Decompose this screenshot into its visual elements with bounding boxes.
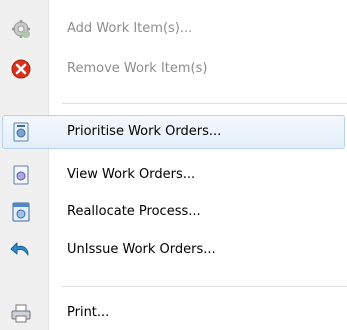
menu-item-view-work-orders[interactable]: View Work Orders... bbox=[0, 158, 347, 192]
menu-item-unissue-work-orders[interactable]: UnIssue Work Orders... bbox=[0, 233, 347, 267]
menu-item-reallocate-process[interactable]: Reallocate Process... bbox=[0, 195, 347, 229]
menu-item-label: Print... bbox=[67, 305, 110, 320]
menu-separator bbox=[62, 286, 347, 287]
menu-item-print[interactable]: Print... bbox=[0, 296, 347, 330]
printer-icon bbox=[10, 302, 32, 324]
remove-circle-icon bbox=[10, 58, 32, 80]
undo-arrow-icon bbox=[10, 239, 32, 261]
context-menu: Add Work Item(s)... Remove Work Item(s) … bbox=[0, 0, 347, 330]
menu-item-label: UnIssue Work Orders... bbox=[67, 242, 216, 257]
menu-item-prioritise-work-orders[interactable]: Prioritise Work Orders... bbox=[0, 115, 347, 149]
menu-separator bbox=[62, 103, 347, 104]
menu-item-label: Reallocate Process... bbox=[67, 204, 201, 219]
menu-item-label: Prioritise Work Orders... bbox=[67, 124, 222, 139]
reallocate-icon bbox=[10, 201, 32, 223]
menu-item-label: View Work Orders... bbox=[67, 167, 196, 182]
menu-item-label: Remove Work Item(s) bbox=[67, 61, 208, 76]
menu-item-label: Add Work Item(s)... bbox=[67, 21, 193, 36]
menu-item-add-work-items: Add Work Item(s)... bbox=[0, 12, 347, 46]
prioritise-icon bbox=[10, 121, 32, 143]
view-document-icon bbox=[10, 164, 32, 186]
gear-add-icon bbox=[10, 18, 32, 40]
menu-item-remove-work-items: Remove Work Item(s) bbox=[0, 52, 347, 86]
